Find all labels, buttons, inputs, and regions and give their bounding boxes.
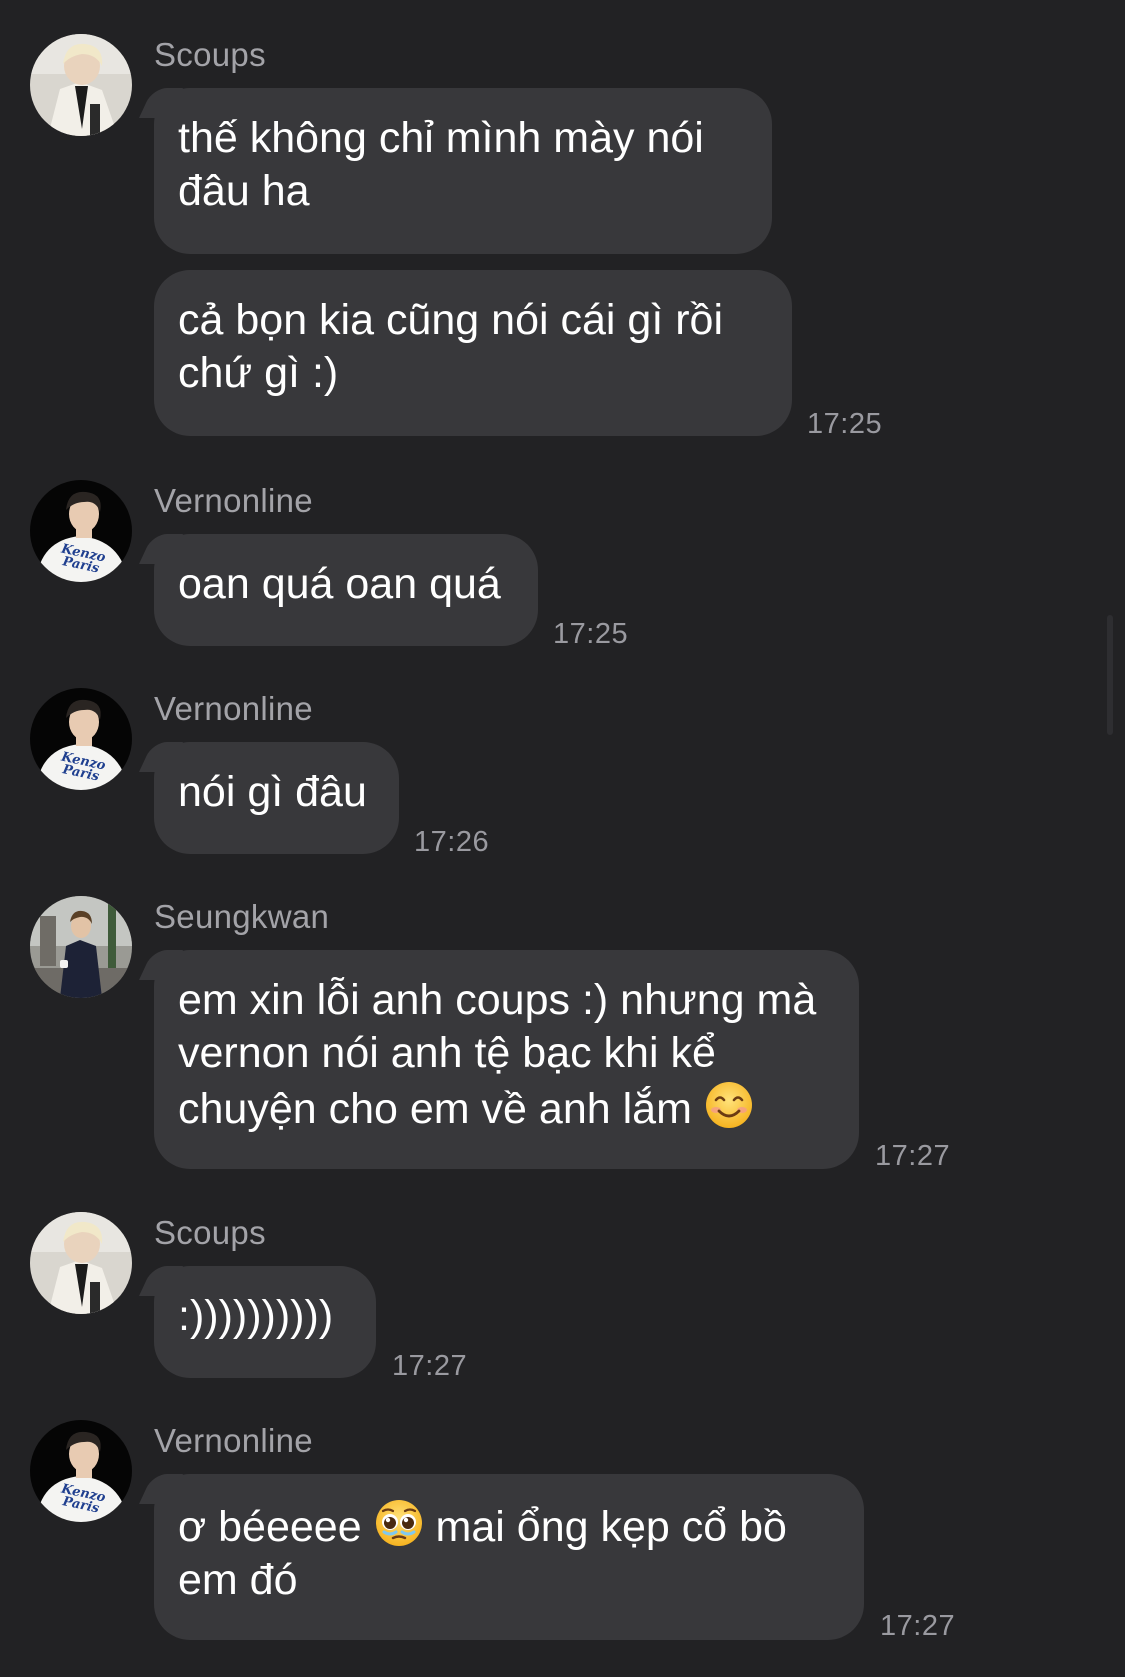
sender-name: Scoups xyxy=(154,36,266,73)
scoups-avatar[interactable] xyxy=(30,34,132,136)
message-text: thế không chỉ mình mày nói đâu ha xyxy=(178,114,704,215)
vernon-avatar[interactable]: Kenzo Paris xyxy=(30,480,132,582)
message-bubble[interactable]: nói gì đâu xyxy=(154,742,399,854)
message-text: cả bọn kia cũng nói cái gì rồi chứ gì :) xyxy=(178,296,723,397)
message-bubble[interactable]: thế không chỉ mình mày nói đâu ha xyxy=(154,88,772,254)
message-text: :)))))))))) xyxy=(178,1292,334,1340)
sender-name: Vernonline xyxy=(154,1422,313,1459)
message-timestamp: 17:27 xyxy=(880,1610,956,1642)
scrollbar[interactable] xyxy=(1107,615,1113,735)
message-timestamp: 17:25 xyxy=(807,408,883,440)
sender-name: Seungkwan xyxy=(154,898,330,935)
sender-name: Scoups xyxy=(154,1214,266,1251)
message-text: nói gì đâu xyxy=(178,768,367,816)
message-bubble[interactable]: cả bọn kia cũng nói cái gì rồi chứ gì :) xyxy=(154,270,792,436)
message-bubble[interactable]: :)))))))))) xyxy=(154,1266,376,1378)
vernon-avatar[interactable]: Kenzo Paris xyxy=(30,688,132,790)
message-timestamp: 17:25 xyxy=(553,618,629,650)
pleading-face-icon xyxy=(375,1500,422,1546)
vernon-avatar[interactable]: Kenzo Paris xyxy=(30,1420,132,1522)
message-text-before: ơ béeeee xyxy=(178,1503,374,1551)
chat-transcript: Scoups thế không chỉ mình mày nói đâu ha… xyxy=(0,0,1125,1677)
message-timestamp: 17:27 xyxy=(392,1350,468,1382)
message-timestamp: 17:26 xyxy=(414,826,490,858)
seungkwan-avatar[interactable] xyxy=(30,896,132,998)
sender-name: Vernonline xyxy=(154,482,313,519)
smiling-face-icon xyxy=(705,1082,752,1128)
message-text: oan quá oan quá xyxy=(178,560,501,608)
message-timestamp: 17:27 xyxy=(875,1140,951,1172)
message-bubble[interactable]: oan quá oan quá xyxy=(154,534,538,646)
scoups-avatar[interactable] xyxy=(30,1212,132,1314)
sender-name: Vernonline xyxy=(154,690,313,727)
message-bubble[interactable]: ơ béeeee mai ổng kẹp cổ bồ em đó xyxy=(154,1474,864,1640)
message-bubble[interactable]: em xin lỗi anh coups :) nhưng mà vernon … xyxy=(154,950,859,1169)
